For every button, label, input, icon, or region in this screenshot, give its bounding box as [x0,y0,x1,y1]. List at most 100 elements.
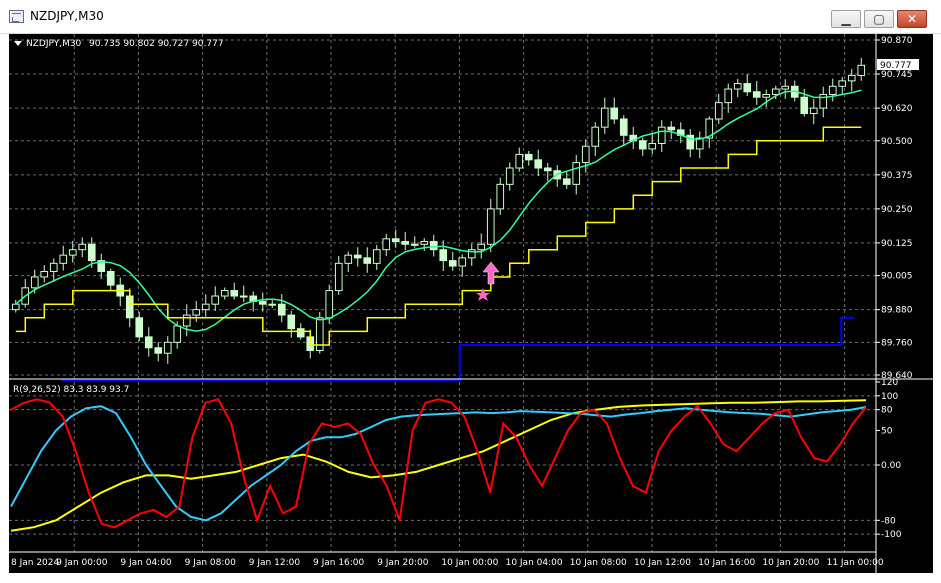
candle-bear [353,254,362,259]
candle-bear [448,260,457,267]
price-axis-label: 90.620 [881,104,913,114]
candle-bull [828,85,837,95]
candle-bull [771,88,780,95]
current-price-label: 90.777 [880,61,912,71]
candle-bull [40,271,49,278]
candle-bull [334,262,343,292]
price-axis-label: 90.125 [881,239,913,249]
candle-bull [173,325,182,343]
time-axis-label: 10 Jan 08:00 [570,558,627,568]
candle-bear [619,118,628,136]
indicator-axis-label: -80 [881,516,896,526]
chart-window-icon [9,10,24,23]
candle-bear [667,126,676,131]
indicator-axis-label: 80 [881,406,893,416]
close-button[interactable]: ✕ [897,10,927,28]
candle-bull [201,303,210,311]
candle-bull [515,153,524,169]
candle-bull [648,142,657,150]
candle-bear [106,271,115,286]
candle-bull [344,254,353,264]
candle-bear [154,347,163,354]
candle-bear [429,241,438,251]
price-axis-label: 89.880 [881,306,913,316]
indicator-axis-label: 100 [881,392,898,402]
maximize-button[interactable]: ▢ [864,10,894,28]
candle-bull [847,74,856,82]
candle-bear [135,317,144,338]
candle-bear [391,238,400,243]
time-axis-label: 9 Jan 20:00 [377,558,429,568]
price-panel-symbol: NZDJPY,M30 [26,39,82,49]
candle-bull [857,64,866,76]
price-axis-label: 89.760 [881,338,913,348]
candle-bull [733,83,742,90]
candle-bear [277,303,286,316]
time-axis-label: 11 Jan 00:00 [827,558,884,568]
time-axis-label: 9 Jan 00:00 [56,558,108,568]
candle-bull [496,183,505,210]
chart-area[interactable]: 8 Jan 2024 9 Jan 00:00 9 Jan 04:00 9 Jan 08… [9,34,933,573]
candle-bear [743,83,752,93]
candle-bull [59,254,68,264]
window-title: NZDJPY,M30 [30,9,104,23]
price-axis-label: 90.870 [881,36,913,46]
candle-bull [838,80,847,87]
candle-bull [30,276,39,289]
candle-bull [420,241,429,245]
candle-bull [192,309,201,316]
time-axis-label: 8 Jan 2024 [11,558,59,568]
minimize-button[interactable]: ▁ [831,10,861,28]
candle-bear [363,257,372,264]
candle-bull [505,167,514,185]
candle-bear [401,241,410,245]
chart-canvas[interactable]: 8 Jan 20249 Jan 00:00 9 Jan 04:00 9 Jan 08… [9,34,933,573]
candle-bull [68,249,77,256]
candle-bull [600,107,609,128]
candle-bull [49,262,58,273]
candle-bull [724,88,733,104]
time-axis-label: 9 Jan 08:00 [185,558,237,568]
candle-bull [11,303,20,311]
candle-bull [78,243,87,251]
time-axis-label: 9 Jan 12:00 [249,558,301,568]
candle-bear [230,290,239,297]
candle-bull [268,303,277,306]
price-axis-label: 90.250 [881,205,913,215]
candle-bull [762,93,771,98]
candle-bull [239,295,248,298]
candle-bear [144,336,153,349]
candle-bull [809,107,818,115]
candle-bear [534,159,543,169]
candle-bear [87,243,96,262]
window-titlebar: NZDJPY,M30 ▁ ▢ ✕ [0,0,941,34]
candle-bear [287,314,296,330]
candle-bull [325,290,334,319]
candle-bull [182,314,191,327]
price-axis-label: 90.745 [881,70,913,80]
price-axis-label: 90.005 [881,272,913,282]
time-axis-label: 10 Jan 16:00 [698,558,755,568]
candle-bull [591,126,600,147]
indicator-axis-label: 50 [881,426,893,436]
candle-bull [410,243,419,246]
indicator-axis-label: 0.00 [881,461,901,471]
candle-bull [486,208,495,245]
candle-bull [781,85,790,90]
candle-bear [439,249,448,262]
time-axis-label: 9 Jan 16:00 [313,558,365,568]
candle-bear [562,178,571,185]
candle-bull [163,341,172,354]
time-axis-label: 10 Jan 00:00 [441,558,498,568]
indicator-panel-header: R(9,26,52) 83.3 83.9 93.7 [13,385,129,395]
candle-bull [714,102,723,120]
candle-bull [477,243,486,251]
candle-bear [752,91,761,98]
candle-bear [296,328,305,338]
candle-bull [572,162,581,185]
price-axis-label: 90.375 [881,171,913,181]
candle-bear [524,153,533,161]
candle-bear [800,96,809,115]
candle-bull [211,295,220,305]
price-panel-ohlc: 90.735 90.802 90.727 90.777 [89,39,224,49]
